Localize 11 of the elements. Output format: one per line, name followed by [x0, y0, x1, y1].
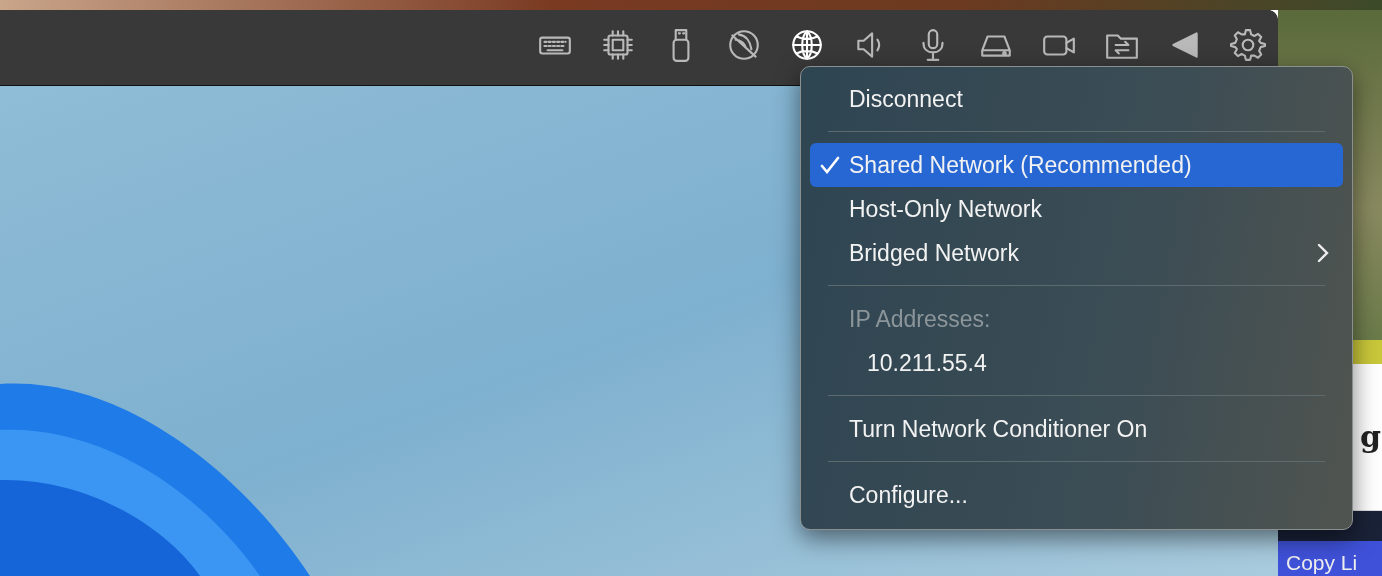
menu-item[interactable]: Configure... — [810, 473, 1343, 517]
chevron-right-icon — [1317, 243, 1329, 263]
page-text: g — [1359, 422, 1382, 452]
menu-item[interactable]: Shared Network (Recommended) — [810, 143, 1343, 187]
menu-item[interactable]: Host-Only Network — [810, 187, 1343, 231]
menu-item[interactable]: Bridged Network — [810, 231, 1343, 275]
ip-address: 10.211.55.4 — [867, 349, 988, 377]
section-header: IP Addresses: — [849, 305, 992, 333]
menu-item[interactable]: Disconnect — [810, 77, 1343, 121]
menu-item[interactable]: Turn Network Conditioner On — [810, 407, 1343, 451]
copy-button[interactable]: Copy Li — [1278, 541, 1382, 576]
